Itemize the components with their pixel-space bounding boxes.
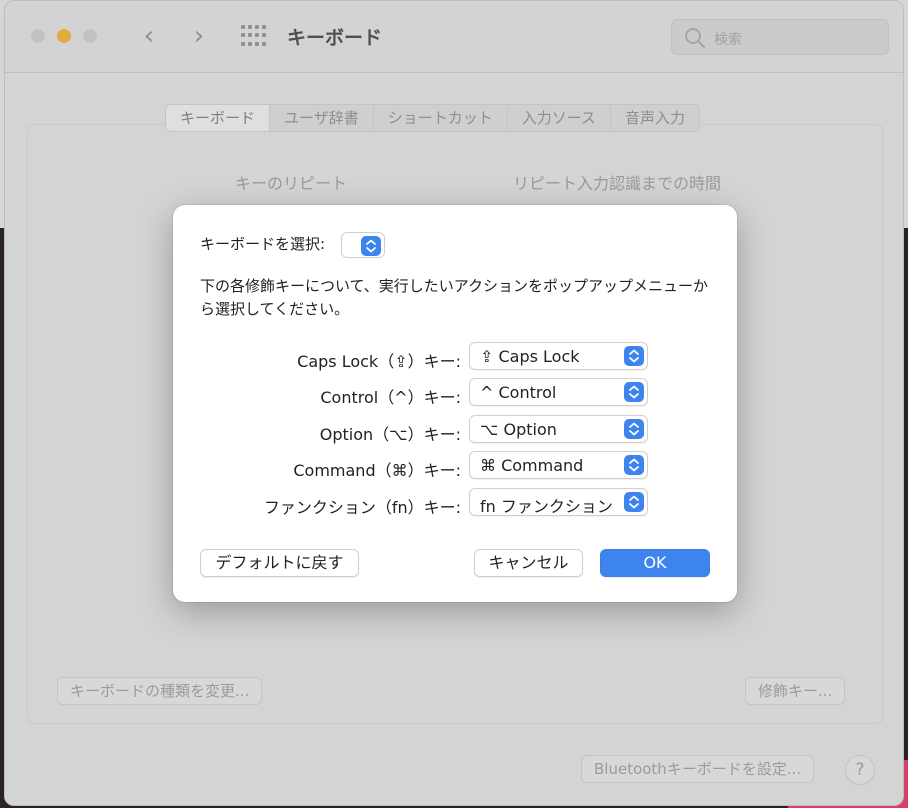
caps-lock-label: Caps Lock（⇪）キー: [297,352,461,371]
stepper-icon [624,346,644,366]
function-row: ファンクション（fn）キー: fn ファンクション [173,488,737,518]
stepper-icon [624,455,644,475]
caps-lock-value: ⇪ Caps Lock [480,347,580,366]
control-label: Control（^）キー: [320,388,461,407]
stepper-icon [624,492,644,512]
option-row: Option（⌥）キー: ⌥ Option [173,415,737,445]
function-value: fn ファンクション [480,497,613,516]
command-value: ⌘ Command [480,456,584,475]
modifier-keys-dialog: キーボードを選択: 下の各修飾キーについて、実行したいアクションをポップアップメ… [173,205,737,602]
option-popup[interactable]: ⌥ Option [469,415,648,443]
stepper-icon [624,382,644,402]
control-value: ^ Control [480,383,557,402]
command-popup[interactable]: ⌘ Command [469,451,648,479]
option-value: ⌥ Option [480,420,557,439]
stepper-icon [624,419,644,439]
restore-defaults-button[interactable]: デフォルトに戻す [200,549,359,577]
control-row: Control（^）キー: ^ Control [173,378,737,408]
function-popup[interactable]: fn ファンクション [469,488,648,516]
control-popup[interactable]: ^ Control [469,378,648,406]
command-label: Command（⌘）キー: [293,461,461,480]
option-label: Option（⌥）キー: [319,425,461,444]
caps-lock-row: Caps Lock（⇪）キー: ⇪ Caps Lock [173,342,737,372]
caps-lock-popup[interactable]: ⇪ Caps Lock [469,342,648,370]
keyboard-select-popup[interactable] [341,232,385,258]
stepper-icon [361,236,381,256]
function-label: ファンクション（fn）キー: [263,498,461,517]
ok-button[interactable]: OK [600,549,710,577]
cancel-button[interactable]: キャンセル [474,549,583,577]
dialog-description: 下の各修飾キーについて、実行したいアクションをポップアップメニューから選択してく… [200,277,709,318]
select-keyboard-label: キーボードを選択: [200,235,326,253]
command-row: Command（⌘）キー: ⌘ Command [173,451,737,481]
